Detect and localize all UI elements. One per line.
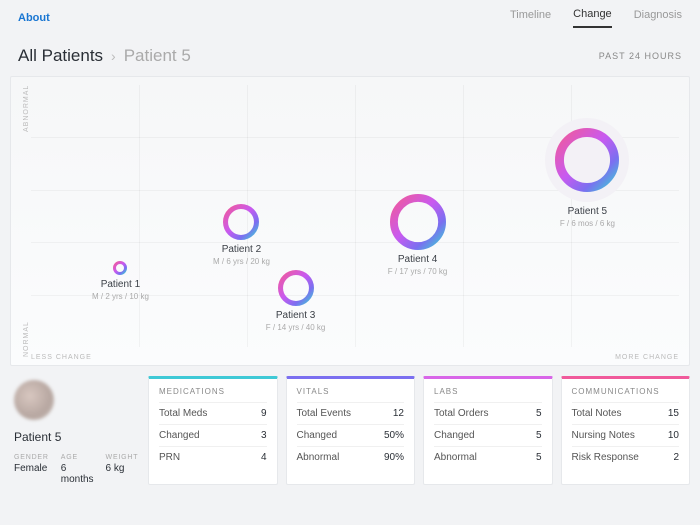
patient-name: Patient 5: [14, 430, 138, 444]
card-title: COMMUNICATIONS: [572, 387, 680, 396]
patient-stat-weight: WEIGHT6 kg: [106, 454, 139, 485]
tab-timeline[interactable]: Timeline: [510, 9, 551, 27]
card-title: LABS: [434, 387, 542, 396]
patient-node-meta: F / 6 mos / 6 kg: [545, 219, 629, 228]
patient-node-name: Patient 4: [388, 254, 448, 265]
card-title: MEDICATIONS: [159, 387, 267, 396]
card-row: Nursing Notes10: [572, 424, 680, 446]
card-row: Abnormal5: [434, 446, 542, 468]
detail-row: Patient 5 GENDERFemale AGE6 months WEIGHT6…: [0, 366, 700, 485]
about-link[interactable]: About: [18, 12, 50, 24]
timeframe-label: PAST 24 HOURS: [599, 51, 682, 61]
patient-node-5[interactable]: Patient 5 F / 6 mos / 6 kg: [545, 118, 629, 228]
card-labs[interactable]: LABS Total Orders5Changed5Abnormal5: [423, 376, 553, 485]
card-row: Risk Response2: [572, 446, 680, 468]
patient-node-meta: F / 14 yrs / 40 kg: [266, 323, 326, 332]
patient-node-1[interactable]: Patient 1 M / 2 yrs / 10 kg: [92, 261, 149, 301]
chart-panel: ABNORMAL NORMAL LESS CHANGE MORE CHANGE …: [10, 76, 690, 366]
axis-y-bottom: NORMAL: [23, 321, 30, 357]
avatar: [14, 380, 54, 420]
tab-change[interactable]: Change: [573, 8, 612, 28]
card-row: Changed50%: [297, 424, 405, 446]
axis-y-top: ABNORMAL: [23, 85, 30, 132]
patient-node-name: Patient 5: [545, 206, 629, 217]
tab-diagnosis[interactable]: Diagnosis: [634, 9, 682, 27]
patient-node-name: Patient 1: [92, 279, 149, 290]
patient-node-name: Patient 2: [213, 244, 270, 255]
card-row: Abnormal90%: [297, 446, 405, 468]
card-title: VITALS: [297, 387, 405, 396]
patient-node-meta: F / 17 yrs / 70 kg: [388, 267, 448, 276]
card-row: Total Notes15: [572, 402, 680, 424]
card-vitals[interactable]: VITALS Total Events12Changed50%Abnormal90…: [286, 376, 416, 485]
card-row: Total Meds9: [159, 402, 267, 424]
card-row: Total Orders5: [434, 402, 542, 424]
breadcrumb-current: Patient 5: [124, 46, 191, 66]
breadcrumb-row: All Patients › Patient 5 PAST 24 HOURS: [0, 32, 700, 76]
breadcrumb: All Patients › Patient 5: [18, 46, 191, 66]
patient-node-name: Patient 3: [266, 310, 326, 321]
patient-stat-gender: GENDERFemale: [14, 454, 49, 485]
axis-x-right: MORE CHANGE: [615, 354, 679, 361]
axis-x-left: LESS CHANGE: [31, 354, 92, 361]
topbar: About Timeline Change Diagnosis: [0, 0, 700, 32]
patient-node-4[interactable]: Patient 4 F / 17 yrs / 70 kg: [388, 194, 448, 276]
patient-node-2[interactable]: Patient 2 M / 6 yrs / 20 kg: [213, 204, 270, 266]
card-row: Total Events12: [297, 402, 405, 424]
tabs: Timeline Change Diagnosis: [510, 8, 682, 28]
card-row: Changed3: [159, 424, 267, 446]
card-row: Changed5: [434, 424, 542, 446]
patient-stat-age: AGE6 months: [61, 454, 94, 485]
card-communications[interactable]: COMMUNICATIONS Total Notes15Nursing Notes…: [561, 376, 691, 485]
patient-summary: Patient 5 GENDERFemale AGE6 months WEIGHT6…: [10, 376, 140, 485]
patient-node-meta: M / 6 yrs / 20 kg: [213, 257, 270, 266]
card-medications[interactable]: MEDICATIONS Total Meds9Changed3PRN4: [148, 376, 278, 485]
patient-node-3[interactable]: Patient 3 F / 14 yrs / 40 kg: [266, 270, 326, 332]
card-row: PRN4: [159, 446, 267, 468]
chevron-right-icon: ›: [111, 48, 116, 64]
breadcrumb-all-patients[interactable]: All Patients: [18, 46, 103, 66]
patient-node-meta: M / 2 yrs / 10 kg: [92, 292, 149, 301]
